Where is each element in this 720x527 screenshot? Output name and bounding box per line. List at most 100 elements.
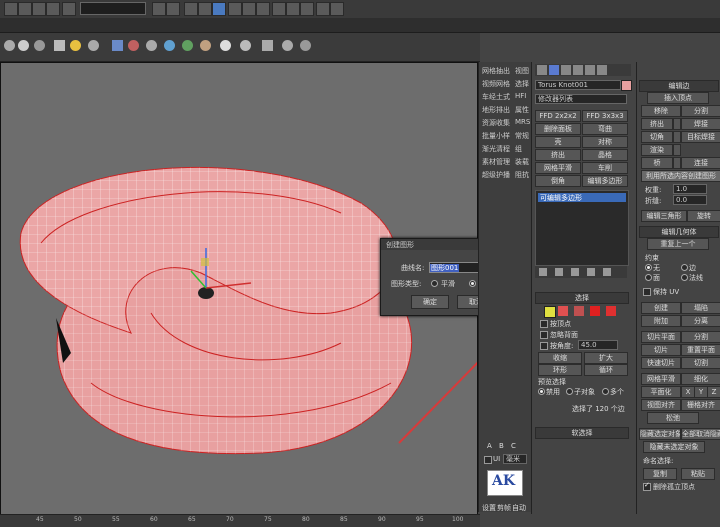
unlink-icon[interactable] (46, 2, 60, 16)
attach-button[interactable]: 附加 (641, 315, 681, 327)
modifier-set-item[interactable]: 装载 (515, 157, 529, 167)
modifier-set-item[interactable]: 属性 (515, 105, 529, 115)
scale-icon[interactable] (212, 2, 226, 16)
link-icon[interactable] (32, 2, 46, 16)
sphere-icon[interactable] (4, 40, 15, 51)
by-angle-checkbox[interactable] (540, 342, 548, 350)
modifier-set-item[interactable]: 选择 (515, 79, 529, 89)
pin-stack-icon[interactable] (539, 268, 547, 276)
insert-vertex-button[interactable]: 插入顶点 (647, 92, 709, 104)
copy-button[interactable]: 复制 (643, 468, 677, 480)
modifier-set-item[interactable]: 素材管理 (482, 157, 510, 167)
remove-button[interactable]: 移除 (641, 105, 681, 117)
configure-sets-icon[interactable] (603, 268, 611, 276)
footer-auto[interactable]: 自动 (512, 503, 526, 513)
edit-geometry-header[interactable]: 编辑几何体 (639, 226, 719, 238)
shell-button[interactable]: 壳 (535, 136, 581, 148)
motion-tab-icon[interactable] (573, 65, 583, 75)
select-by-name-icon[interactable] (166, 2, 180, 16)
help-icon[interactable] (300, 40, 311, 51)
by-vertex-checkbox[interactable] (540, 320, 548, 328)
redo-icon[interactable] (18, 2, 32, 16)
abc-label-c[interactable]: C (511, 442, 516, 450)
helper-icon[interactable] (164, 40, 175, 51)
utilities-tab-icon[interactable] (597, 65, 607, 75)
loop-button[interactable]: 循环 (584, 364, 628, 376)
modifier-set-item[interactable]: 车经土式 (482, 92, 510, 102)
constraint-normal-radio[interactable] (681, 274, 688, 281)
render-sphere-icon[interactable] (240, 40, 251, 51)
modify-tab-icon[interactable] (549, 65, 559, 75)
smooth-radio[interactable] (431, 280, 438, 287)
view-align-button[interactable]: 视图对齐 (641, 399, 681, 411)
split-button[interactable]: 分割 (681, 105, 720, 117)
chamfer-settings-button[interactable] (673, 131, 681, 143)
lathe-button[interactable]: 车削 (582, 162, 628, 174)
ffd-3-button[interactable]: FFD 3x3x3 (582, 110, 628, 122)
document-icon[interactable] (262, 40, 273, 51)
weight-field[interactable]: 1.0 (673, 184, 707, 194)
delete-patch-button[interactable]: 删除面板 (535, 123, 581, 135)
bevel-button[interactable]: 倒角 (535, 175, 581, 187)
abc-label-a[interactable]: A (487, 442, 492, 450)
sun-icon[interactable] (70, 40, 81, 51)
quickslice-button[interactable]: 快速切片 (641, 357, 681, 369)
create-tab-icon[interactable] (537, 65, 547, 75)
bridge-button[interactable]: 桥 (641, 157, 673, 169)
modifier-set-item[interactable]: 批量小样 (482, 131, 510, 141)
cut-button[interactable]: 切割 (681, 357, 720, 369)
preview-subobject-radio[interactable] (566, 388, 573, 395)
preserve-uv-checkbox[interactable] (643, 288, 651, 296)
linear-radio[interactable] (469, 280, 476, 287)
modifier-set-item[interactable]: 阻抗 (515, 170, 529, 180)
shrink-button[interactable]: 收缩 (538, 352, 582, 364)
render-icon[interactable] (330, 2, 344, 16)
border-mode-icon[interactable] (574, 306, 584, 316)
torus-icon[interactable] (18, 40, 29, 51)
make-unique-icon[interactable] (571, 268, 579, 276)
create-shape-from-selection-button[interactable]: 利用所选内容创建图形 (641, 170, 720, 182)
bone-icon[interactable] (146, 40, 157, 51)
turn-button[interactable]: 旋转 (687, 210, 720, 222)
collapse-button[interactable]: 塌陷 (681, 302, 720, 314)
connect-button[interactable]: 连接 (681, 157, 720, 169)
split-checkbox-button[interactable]: 分割 (681, 331, 720, 343)
hide-unselected-button[interactable]: 隐藏未选定对象 (643, 441, 705, 453)
detach-button[interactable]: 分离 (681, 315, 720, 327)
planar-z-button[interactable]: Z (707, 386, 720, 398)
ffd-2-button[interactable]: FFD 2x2x2 (535, 110, 581, 122)
ignore-backface-checkbox[interactable] (540, 331, 548, 339)
selection-rollout-header[interactable]: 选择 (535, 292, 629, 304)
modifier-set-item[interactable]: 视频网格 (482, 79, 510, 89)
unhide-all-button[interactable]: 全部取消隐藏 (681, 428, 720, 440)
edit-edges-header[interactable]: 编辑边 (639, 80, 719, 92)
polygon-mode-icon[interactable] (590, 306, 600, 316)
select-icon[interactable] (152, 2, 166, 16)
snap-icon[interactable] (228, 2, 242, 16)
crease-field[interactable]: 0.0 (673, 195, 707, 205)
hierarchy-tab-icon[interactable] (561, 65, 571, 75)
angle-field[interactable]: 45.0 (578, 340, 618, 350)
animal-icon[interactable] (200, 40, 211, 51)
footer-cut[interactable]: 剪帧 (497, 503, 511, 513)
edge-mode-icon[interactable] (558, 306, 568, 316)
display-tab-icon[interactable] (585, 65, 595, 75)
show-end-result-icon[interactable] (555, 268, 563, 276)
move-icon[interactable] (184, 2, 198, 16)
modifier-list-dropdown[interactable]: 修改器列表 (535, 94, 627, 104)
flower-icon[interactable] (220, 40, 231, 51)
target-weld-button[interactable]: 目标焊接 (681, 131, 720, 143)
remove-modifier-icon[interactable] (587, 268, 595, 276)
grow-button[interactable]: 扩大 (584, 352, 628, 364)
edit-poly-button[interactable]: 编辑多边形 (582, 175, 628, 187)
units-dropdown[interactable]: 毫米 (503, 454, 527, 464)
lattice-button[interactable]: 晶格 (582, 149, 628, 161)
preview-off-radio[interactable] (538, 388, 545, 395)
camera-icon[interactable] (88, 40, 99, 51)
paste-button[interactable]: 粘贴 (681, 468, 715, 480)
preview-multi-radio[interactable] (602, 388, 609, 395)
symmetry-button[interactable]: 对称 (582, 136, 628, 148)
layer-manager-icon[interactable] (282, 40, 293, 51)
curve-editor-icon[interactable] (316, 2, 330, 16)
make-planar-button[interactable]: 平面化 (641, 386, 681, 398)
